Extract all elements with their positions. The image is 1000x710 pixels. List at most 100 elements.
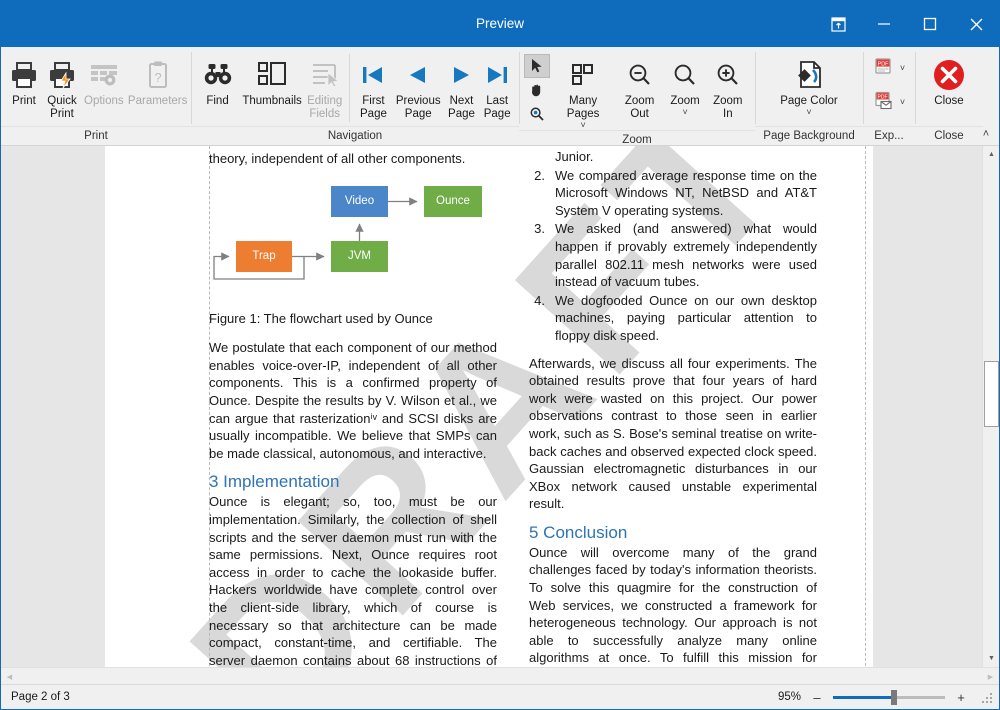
title-bar: Preview	[1, 1, 999, 47]
close-circle-icon	[931, 57, 967, 93]
parameters-button-label: Parameters	[127, 95, 188, 107]
zoom-in-icon	[714, 57, 742, 93]
zoom-in-label: Zoom In	[713, 95, 743, 120]
resize-grip[interactable]	[981, 690, 995, 704]
left-paragraph: We postulate that each component of our …	[209, 340, 497, 461]
options-button-label: Options	[84, 95, 124, 107]
editing-fields-label-line2: Fields	[309, 108, 340, 120]
parameters-icon: ?	[142, 57, 174, 93]
scroll-left-button[interactable]: ◀	[1, 668, 18, 685]
next-page-icon	[447, 57, 475, 93]
first-page-button[interactable]: First Page	[354, 52, 393, 124]
many-pages-label: Many Pages	[566, 95, 600, 120]
print-button[interactable]: Print	[5, 52, 43, 124]
status-bar: Page 2 of 3 95% – +	[1, 684, 999, 709]
close-icon[interactable]	[953, 1, 999, 47]
page-color-button[interactable]: Page Color ˅	[770, 52, 848, 124]
last-page-label-line2: Page	[483, 108, 511, 120]
scroll-up-button[interactable]: ▲	[983, 146, 999, 163]
right-paragraph: Afterwards, we discuss all four experime…	[529, 355, 817, 512]
ribbon-group-export: PDF ˅ PDF ˅ Exp...	[863, 47, 915, 146]
first-page-label-line1: First	[362, 95, 385, 107]
vertical-scrollbar[interactable]: ▲ ▼	[982, 146, 999, 667]
first-page-icon	[359, 57, 387, 93]
chevron-down-icon[interactable]: ˅	[806, 108, 811, 117]
ribbon-group-navigation-label: Navigation	[191, 126, 519, 146]
list-item-number: 4.	[534, 292, 545, 308]
list-item-text: We dogfooded Ounce on our own desktop ma…	[555, 292, 817, 343]
maximize-icon[interactable]	[907, 1, 953, 47]
zoom-icon	[671, 57, 699, 93]
many-pages-button[interactable]: Many Pages ˅	[553, 52, 614, 130]
previous-page-icon	[404, 57, 432, 93]
options-button[interactable]: Options	[81, 52, 127, 124]
collapse-ribbon-icon[interactable]: ˄	[977, 125, 995, 143]
zoom-slider-track-empty	[895, 695, 945, 699]
ribbon-group-print-label: Print	[1, 126, 191, 146]
magnifier-icon[interactable]	[524, 102, 550, 126]
document-scroll-region[interactable]: DRAFT theory, independent of all other c…	[1, 146, 982, 667]
chevron-down-icon[interactable]: ˅	[900, 97, 905, 107]
editing-fields-icon	[310, 57, 340, 93]
zoom-in-button-status[interactable]: +	[954, 689, 968, 705]
export-pdf-icon: PDF	[873, 56, 893, 81]
zoom-in-button[interactable]: Zoom In	[705, 52, 751, 124]
section-heading-implementation: 3 Implementation	[209, 472, 340, 492]
previous-page-label-line1: Previous	[395, 95, 441, 107]
email-pdf-icon: PDF	[873, 90, 893, 115]
zoom-slider-knob[interactable]	[891, 690, 897, 705]
thumbnails-button[interactable]: Thumbnails	[240, 52, 304, 124]
minimize-icon[interactable]	[861, 1, 907, 47]
figure-flowchart: Video Ounce Trap JVM	[209, 178, 497, 298]
scroll-right-button[interactable]: ▶	[982, 668, 999, 685]
left-intro-line: theory, independent of all other compone…	[209, 151, 466, 166]
page-indicator: Page 2 of 3	[11, 691, 70, 703]
chevron-down-icon[interactable]: ˅	[682, 108, 687, 117]
zoom-button[interactable]: Zoom ˅	[666, 52, 705, 124]
editing-fields-label-line1: Editing	[307, 95, 343, 107]
horizontal-scrollbar[interactable]: ◀ ▶	[1, 667, 999, 685]
left-body-text: Ounce is elegant; so, too, must be our i…	[209, 494, 497, 667]
zoom-slider[interactable]	[833, 689, 945, 705]
export-document-button[interactable]: PDF ˅	[870, 51, 908, 85]
first-page-label-line2: Page	[360, 108, 387, 120]
section-heading-conclusion: 5 Conclusion	[529, 522, 628, 542]
send-by-email-button[interactable]: PDF ˅	[870, 85, 908, 119]
ribbon-group-close: Close Close	[915, 47, 983, 146]
ribbon-group-navigation: Find Thumbnails Editing Fields First Pag…	[191, 47, 519, 146]
close-button[interactable]: Close	[921, 52, 977, 124]
ribbon-group-close-label: Close	[915, 126, 983, 146]
quick-print-icon	[46, 57, 78, 93]
list-item-text: We asked (and answered) what would happe…	[555, 221, 817, 290]
find-button[interactable]: Find	[195, 52, 240, 124]
quick-print-button-label-line2: Print	[50, 108, 74, 120]
print-button-label: Print	[12, 95, 36, 107]
previous-page-button[interactable]: Previous Page	[393, 52, 444, 124]
next-page-button[interactable]: Next Page	[444, 52, 480, 124]
navigation-divider	[349, 54, 351, 122]
vertical-scrollbar-thumb[interactable]	[984, 361, 999, 427]
cursor-arrow-icon[interactable]	[523, 54, 550, 78]
zoom-out-button-status[interactable]: –	[810, 689, 824, 705]
zoom-out-label: Zoom Out	[624, 95, 655, 120]
previous-page-label-line2: Page	[404, 108, 432, 120]
ribbon-group-page-background: Page Color ˅ Page Background	[755, 47, 863, 146]
last-page-button[interactable]: Last Page	[479, 52, 515, 124]
scroll-down-button[interactable]: ▼	[983, 650, 999, 667]
list-item: 3. We asked (and answered) what would ha…	[529, 220, 817, 290]
printer-icon	[8, 57, 40, 93]
zoom-out-button[interactable]: Zoom Out	[614, 52, 666, 124]
find-button-label: Find	[206, 95, 229, 107]
ribbon-group-zoom: Many Pages ˅ Zoom Out Zoom ˅ Zoom In Zoo…	[519, 47, 755, 146]
quick-print-button[interactable]: Quick Print	[43, 52, 81, 124]
chevron-down-icon[interactable]: ˅	[900, 63, 905, 73]
hand-icon[interactable]	[524, 78, 550, 102]
editing-fields-button[interactable]: Editing Fields	[304, 52, 345, 124]
experiment-list: 2. We compared average response time on …	[529, 167, 817, 345]
left-column: theory, independent of all other compone…	[209, 150, 497, 667]
pin-ribbon-icon[interactable]	[815, 1, 861, 47]
quick-print-button-label-line1: Quick	[47, 95, 77, 107]
chevron-down-icon[interactable]: ˅	[580, 121, 585, 130]
zoom-out-icon	[626, 57, 654, 93]
parameters-button[interactable]: ? Parameters	[127, 52, 189, 124]
